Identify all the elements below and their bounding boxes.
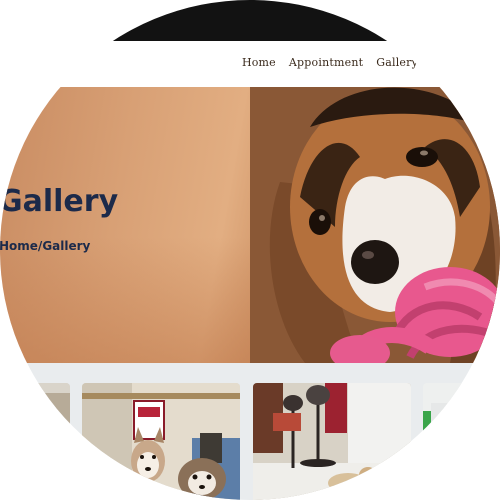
gallery-photo-partial-left[interactable] bbox=[0, 383, 70, 500]
page-viewport: Home Appointment Gallery Gallery Home/Ga… bbox=[0, 0, 500, 500]
photo-image bbox=[82, 383, 240, 500]
nav-links: Home Appointment Gallery bbox=[242, 56, 418, 69]
photo-image bbox=[0, 383, 70, 500]
photo-image bbox=[253, 383, 411, 500]
nav-home-link[interactable]: Home bbox=[242, 56, 276, 69]
gallery-photo-salon-dryers[interactable] bbox=[253, 383, 411, 500]
breadcrumb: Home/Gallery bbox=[0, 239, 91, 253]
photo-image bbox=[423, 383, 500, 500]
beagle-puppy-image bbox=[250, 87, 500, 363]
main-navbar: Home Appointment Gallery bbox=[0, 41, 500, 87]
hero-banner: Gallery Home/Gallery bbox=[0, 87, 500, 363]
top-bar bbox=[0, 0, 500, 41]
nav-gallery-link[interactable]: Gallery bbox=[376, 56, 418, 69]
page-title: Gallery bbox=[0, 184, 119, 219]
gallery-photo-partial-right[interactable] bbox=[423, 383, 500, 500]
gallery-photo-husky-and-shih-tzu[interactable] bbox=[82, 383, 240, 500]
nav-appointment-link[interactable]: Appointment bbox=[289, 56, 363, 69]
